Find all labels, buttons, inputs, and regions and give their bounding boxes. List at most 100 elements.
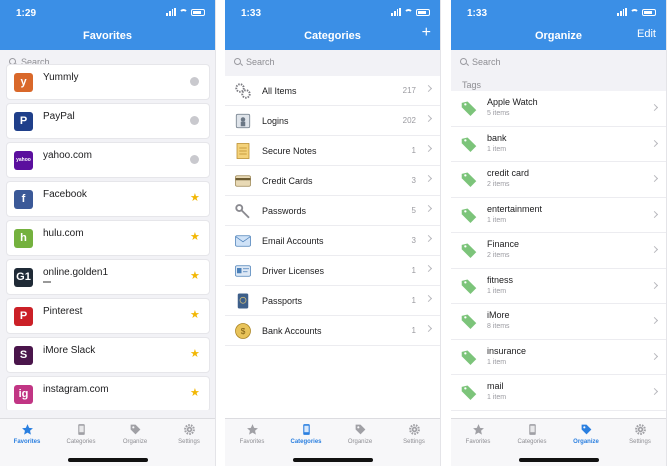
category-row[interactable]: $ Bank Accounts 1 (225, 316, 440, 346)
tag-row[interactable]: Shopping (451, 411, 666, 419)
search-icon (460, 58, 467, 65)
phone-icon (526, 423, 539, 436)
favorites-list: y Yummly P PayPal yahoo yahoo.com f Facebook ★ h h… (6, 64, 210, 410)
chevron-right-icon (424, 234, 433, 243)
tag-row[interactable]: Apple Watch 5 items (451, 91, 666, 127)
tag-name: mail (487, 381, 504, 391)
favorite-star-icon[interactable]: ★ (190, 349, 200, 360)
category-row[interactable]: Logins 202 (225, 106, 440, 136)
tag-count: 1 item (487, 287, 507, 295)
tab-categories[interactable]: Categories (279, 423, 333, 445)
tag-row[interactable]: iMore 8 items (451, 304, 666, 340)
category-row[interactable]: Secure Notes 1 (225, 136, 440, 166)
favorite-item[interactable]: h hulu.com ★ (6, 220, 210, 256)
favorite-item[interactable]: ig instagram.com ★ (6, 376, 210, 410)
favorite-item[interactable]: f Facebook ★ (6, 181, 210, 217)
category-row[interactable]: Driver Licenses 1 (225, 256, 440, 286)
tag-count: 2 items (487, 181, 510, 188)
favorite-name: instagram.com (43, 384, 109, 395)
favorite-item[interactable]: SiMore Slack ★ (6, 337, 210, 373)
search-placeholder: Search (246, 57, 275, 67)
tab-organize[interactable]: Organize (559, 423, 613, 445)
favorite-name: online.golden1 (43, 267, 109, 278)
tab-categories[interactable]: Categories (505, 423, 559, 445)
tag-name: entertainment (487, 203, 543, 214)
favorite-toggle-icon[interactable] (190, 155, 199, 164)
category-label: Bank Accounts (262, 326, 322, 336)
page-title: Favorites (83, 30, 132, 42)
tag-icon (460, 278, 478, 294)
favorite-name: Pinterest (43, 306, 83, 317)
wifi-icon (404, 8, 413, 16)
favorite-star-icon[interactable]: ★ (190, 310, 200, 321)
search-input[interactable]: Search (225, 52, 440, 72)
app-logo-icon: P (14, 307, 33, 326)
edit-button[interactable]: Edit (637, 28, 656, 40)
category-count: 5 (411, 206, 416, 215)
tag-row[interactable]: credit card 2 items (451, 162, 666, 198)
tag-icon (354, 423, 367, 436)
gear-icon (634, 423, 647, 436)
tab-label: Favorites (239, 439, 265, 445)
tag-row[interactable]: fitness 1 item (451, 269, 666, 304)
battery-icon (416, 8, 430, 16)
category-row[interactable]: All Items 217 (225, 76, 440, 106)
favorite-name: hulu.com (43, 228, 84, 239)
favorite-item[interactable]: y Yummly (6, 64, 210, 100)
tag-count: 1 item (487, 145, 507, 153)
tab-label: Organize (347, 439, 373, 445)
category-row[interactable]: Passwords 5 (225, 196, 440, 226)
chevron-right-icon (424, 114, 433, 123)
category-count: 217 (402, 86, 416, 95)
tab-favorites[interactable]: Favorites (225, 423, 279, 445)
search-input[interactable]: Search (451, 52, 666, 72)
chevron-right-icon (650, 139, 659, 147)
favorite-star-icon[interactable]: ★ (190, 271, 200, 282)
gear-icon (408, 423, 421, 436)
status-time: 1:33 (241, 8, 262, 19)
passport-icon (234, 292, 252, 310)
tab-organize[interactable]: Organize (333, 423, 387, 445)
tag-name: bank (487, 132, 507, 143)
favorite-star-icon[interactable]: ★ (190, 388, 200, 399)
favorite-star-icon[interactable]: ★ (190, 232, 200, 243)
favorite-item[interactable]: G1 online.golden1 ★ (6, 259, 210, 295)
tab-settings[interactable]: Settings (162, 423, 215, 445)
category-label: Passwords (262, 206, 307, 216)
tab-label: Categories (517, 439, 547, 445)
tag-count: 1 item (487, 394, 507, 401)
favorite-item[interactable]: yahoo yahoo.com (6, 142, 210, 178)
favorite-item[interactable]: P Pinterest ★ (6, 298, 210, 334)
battery-icon (191, 8, 205, 16)
tag-row[interactable]: insurance 1 item (451, 340, 666, 375)
favorite-item[interactable]: P PayPal (6, 103, 210, 139)
tab-settings[interactable]: Settings (387, 423, 440, 445)
tab-organize[interactable]: Organize (108, 423, 162, 445)
category-row[interactable]: Email Accounts 3 (225, 226, 440, 256)
tag-row[interactable]: entertainment 1 item (451, 198, 666, 233)
tag-row[interactable]: mail 1 item (451, 375, 666, 411)
favorite-star-icon[interactable]: ★ (190, 193, 200, 204)
chevron-right-icon (650, 316, 659, 325)
signal-icon (391, 8, 401, 16)
wifi-icon (179, 8, 188, 16)
tag-row[interactable]: Finance 2 items (451, 233, 666, 269)
tag-name: Apple Watch (487, 97, 538, 107)
favorite-toggle-icon[interactable] (190, 116, 199, 125)
app-logo-icon: h (14, 229, 33, 248)
tag-row[interactable]: bank 1 item (451, 127, 666, 162)
tab-favorites[interactable]: Favorites (451, 423, 505, 445)
tab-categories[interactable]: Categories (54, 423, 108, 445)
category-row[interactable]: Passports 1 (225, 286, 440, 316)
key-icon (234, 202, 252, 220)
add-button[interactable]: + (422, 25, 431, 41)
tab-favorites[interactable]: Favorites (0, 423, 54, 445)
tag-count: 2 items (487, 252, 510, 259)
category-row[interactable]: Credit Cards 3 (225, 166, 440, 196)
tab-settings[interactable]: Settings (613, 423, 666, 445)
chevron-right-icon (650, 281, 659, 289)
tab-bar: Favorites Categories Organize Settings (225, 418, 440, 466)
favorite-toggle-icon[interactable] (190, 77, 199, 86)
tab-label: Organize (573, 439, 599, 445)
tag-count: 1 item (487, 358, 507, 366)
